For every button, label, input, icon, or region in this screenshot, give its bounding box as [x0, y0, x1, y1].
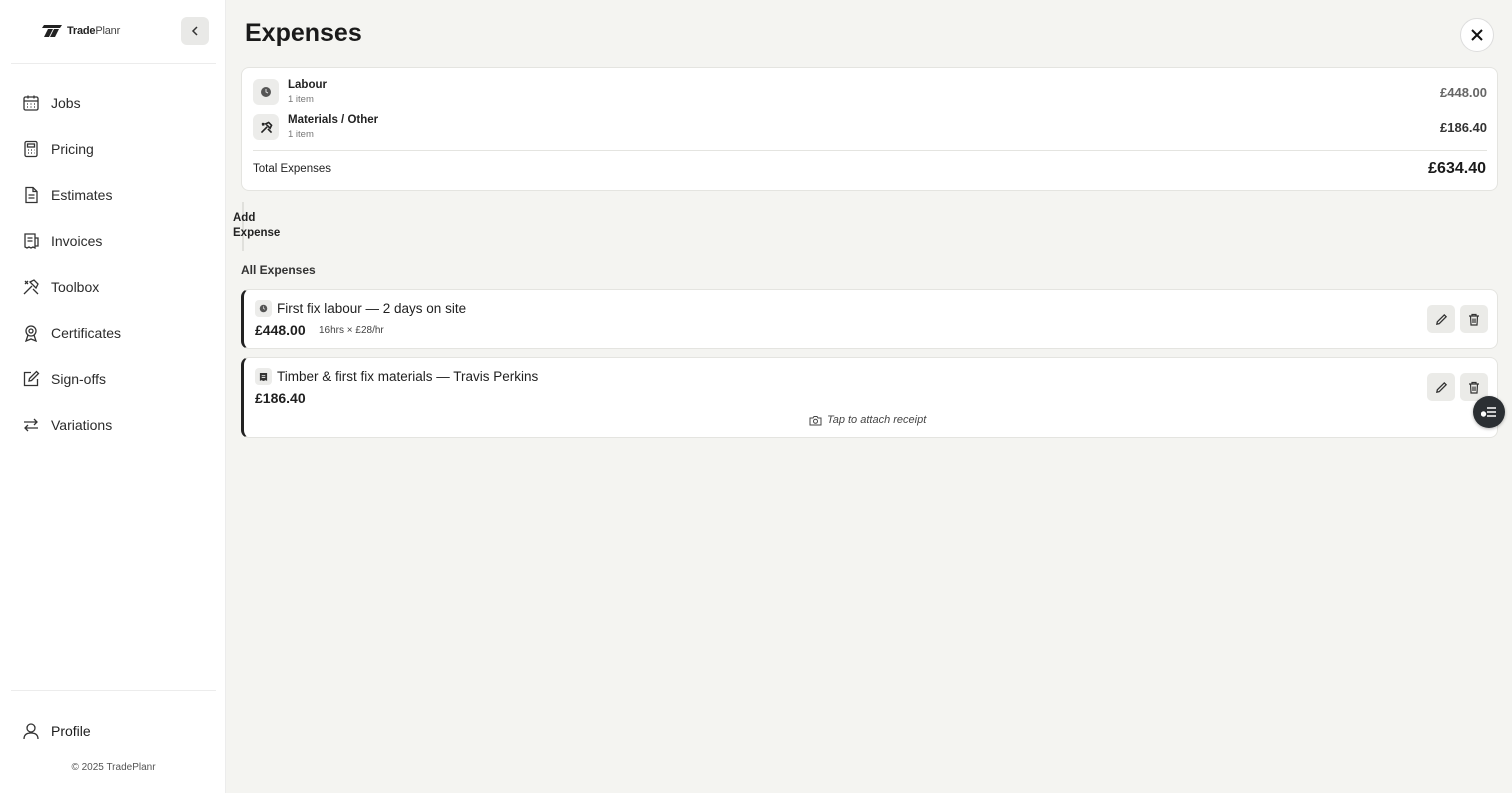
all-expenses-heading: All Expenses [241, 263, 316, 277]
sidebar-header: TradePlanr [11, 0, 216, 64]
sidebar: TradePlanr Jobs Pricing Estimates Invoic… [0, 0, 226, 793]
total-expenses-label: Total Expenses [253, 163, 331, 175]
chevron-left-icon [191, 26, 198, 36]
expense-amount: £448.00 [255, 322, 306, 338]
edit-button[interactable] [1427, 373, 1455, 401]
sidebar-item-jobs[interactable]: Jobs [11, 80, 216, 126]
sidebar-item-pricing[interactable]: Pricing [11, 126, 216, 172]
collapse-sidebar-button[interactable] [181, 17, 209, 45]
sidebar-item-estimates[interactable]: Estimates [11, 172, 216, 218]
menu-list-icon [1481, 407, 1496, 417]
award-icon [24, 325, 38, 342]
sidebar-item-profile[interactable]: Profile [11, 709, 216, 753]
sidebar-item-label: Sign-offs [51, 371, 106, 387]
expense-card[interactable]: First fix labour — 2 days on site £448.0… [241, 289, 1498, 349]
expense-detail: 16hrs × £28/hr [319, 325, 384, 336]
profile-label: Profile [51, 723, 91, 739]
sidebar-item-label: Pricing [51, 141, 94, 157]
delete-button[interactable] [1460, 305, 1488, 333]
edit-square-icon [23, 370, 40, 387]
clock-icon [255, 300, 272, 317]
sidebar-item-label: Variations [51, 417, 113, 433]
summary-row-labour: Labour 1 item £448.00 [253, 79, 1487, 107]
sidebar-item-label: Jobs [51, 95, 81, 111]
sidebar-item-label: Estimates [51, 187, 113, 203]
summary-amount: £186.40 [1440, 120, 1487, 135]
sidebar-nav: Jobs Pricing Estimates Invoices Toolbox … [11, 80, 216, 448]
total-expenses-amount: £634.40 [1428, 160, 1486, 177]
summary-amount: £448.00 [1440, 85, 1487, 100]
expense-title: Timber & first fix materials — Travis Pe… [277, 369, 539, 384]
pencil-icon [1435, 313, 1447, 325]
close-button[interactable] [1460, 18, 1494, 52]
calendar-icon [23, 95, 39, 111]
camera-icon [809, 415, 822, 425]
add-expense-button[interactable]: Add Expense [233, 211, 293, 241]
summary-divider [253, 150, 1487, 151]
clock-icon [253, 79, 279, 105]
tools-icon [253, 114, 279, 140]
brand-logo[interactable]: TradePlanr [41, 22, 120, 40]
sidebar-item-sign-offs[interactable]: Sign-offs [11, 356, 216, 402]
sidebar-item-certificates[interactable]: Certificates [11, 310, 216, 356]
sidebar-item-label: Toolbox [51, 279, 100, 295]
summary-label: Materials / Other [288, 114, 379, 126]
close-icon [1471, 29, 1483, 41]
trash-icon [1469, 313, 1479, 326]
summary-count: 1 item [288, 94, 314, 105]
summary-row-materials: Materials / Other 1 item £186.40 [253, 114, 1487, 142]
attach-receipt-label: Tap to attach receipt [827, 414, 927, 426]
pencil-icon [1435, 381, 1447, 393]
logo-icon [42, 25, 62, 37]
user-icon [23, 723, 39, 740]
brand-name: TradePlanr [67, 25, 121, 37]
receipt-icon [255, 368, 272, 385]
summary-label: Labour [288, 79, 327, 91]
sidebar-item-label: Certificates [51, 325, 122, 341]
expense-card[interactable]: Timber & first fix materials — Travis Pe… [241, 357, 1498, 438]
attach-receipt-button[interactable]: Tap to attach receipt [809, 414, 926, 426]
sidebar-item-label: Invoices [51, 233, 103, 249]
expense-amount: £186.40 [255, 390, 306, 406]
sidebar-footer: Profile © 2025 TradePlanr [11, 690, 216, 793]
edit-button[interactable] [1427, 305, 1455, 333]
expense-summary-card: Labour 1 item £448.00 Materials / Other … [241, 67, 1498, 191]
document-icon [25, 186, 38, 204]
copyright-text: © 2025 TradePlanr [71, 762, 156, 773]
tools-icon [23, 279, 39, 295]
swap-arrows-icon [24, 418, 38, 432]
page-title: Expenses [245, 19, 362, 47]
summary-count: 1 item [288, 129, 314, 140]
invoice-icon [24, 233, 39, 250]
sidebar-item-invoices[interactable]: Invoices [11, 218, 216, 264]
floating-action-button[interactable] [1473, 396, 1505, 428]
sidebar-item-variations[interactable]: Variations [11, 402, 216, 448]
sidebar-item-toolbox[interactable]: Toolbox [11, 264, 216, 310]
expense-title: First fix labour — 2 days on site [277, 301, 467, 316]
calculator-icon [24, 140, 38, 158]
trash-icon [1469, 381, 1479, 394]
